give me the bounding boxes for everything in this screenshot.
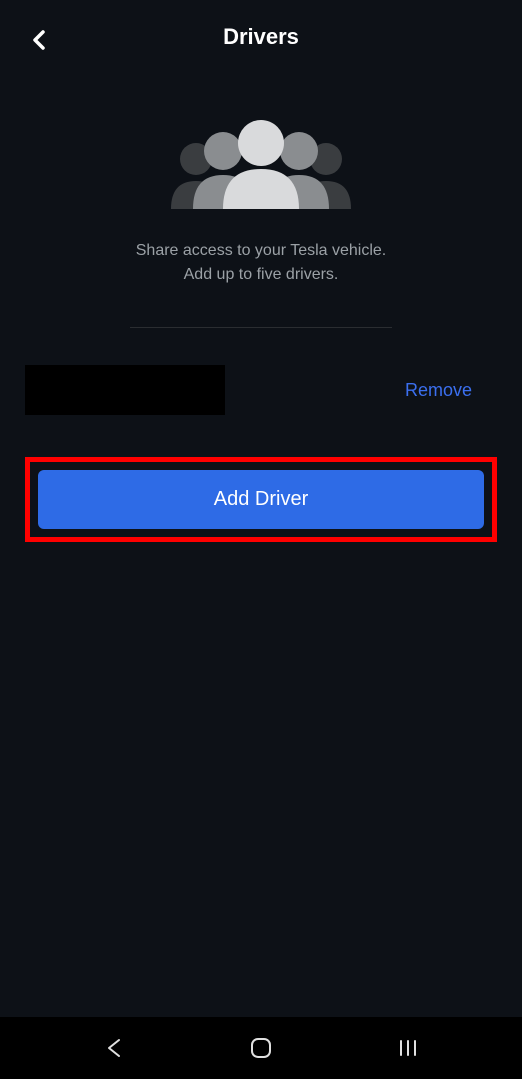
nav-back-icon [103, 1037, 125, 1059]
header: Drivers [0, 0, 522, 74]
driver-list-item: Remove [0, 353, 522, 427]
divider [130, 327, 392, 328]
nav-recents-button[interactable] [393, 1033, 423, 1063]
description-text: Share access to your Tesla vehicle. Add … [0, 239, 522, 287]
nav-home-button[interactable] [246, 1033, 276, 1063]
drivers-illustration [0, 119, 522, 214]
people-group-icon [161, 119, 361, 214]
remove-driver-link[interactable]: Remove [405, 380, 472, 401]
nav-home-icon [249, 1036, 273, 1060]
driver-name-redacted [25, 365, 225, 415]
description-line-2: Add up to five drivers. [0, 263, 522, 287]
description-line-1: Share access to your Tesla vehicle. [0, 239, 522, 263]
add-driver-highlight: Add Driver [25, 457, 497, 542]
back-button[interactable] [30, 28, 48, 57]
nav-back-button[interactable] [99, 1033, 129, 1063]
page-title: Drivers [20, 24, 502, 50]
chevron-left-icon [30, 28, 48, 52]
nav-recents-icon [397, 1038, 419, 1058]
add-driver-button[interactable]: Add Driver [38, 470, 484, 529]
android-nav-bar [0, 1017, 522, 1079]
